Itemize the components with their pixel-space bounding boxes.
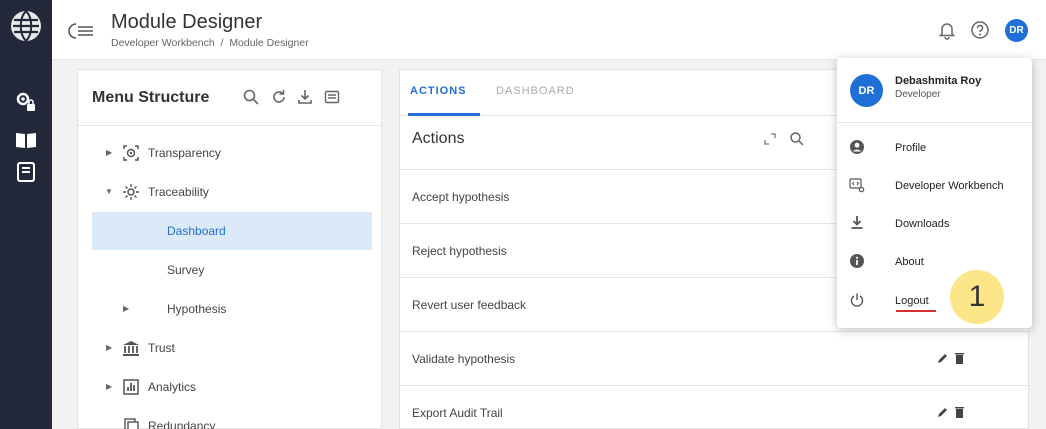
- step-marker: 1: [950, 270, 1004, 324]
- caret-right-icon[interactable]: ▶: [106, 148, 112, 157]
- action-row-label: Validate hypothesis: [412, 352, 516, 366]
- menu-item-about[interactable]: About: [837, 244, 1032, 280]
- action-row[interactable]: Export Audit Trail: [400, 385, 1030, 429]
- menu-item-downloads[interactable]: Downloads: [837, 206, 1032, 242]
- tree-item-label: Dashboard: [167, 224, 226, 238]
- menu-item-profile[interactable]: Profile: [837, 130, 1032, 166]
- action-row-label: Export Audit Trail: [412, 406, 503, 420]
- traceability-icon: [123, 184, 139, 200]
- eye-target-icon: [123, 145, 139, 161]
- trash-icon[interactable]: [955, 406, 964, 418]
- tree-item-dashboard[interactable]: Dashboard: [92, 212, 372, 250]
- edit-icon[interactable]: [937, 407, 948, 418]
- actions-title: Actions: [412, 130, 465, 147]
- breadcrumb-item-workbench[interactable]: Developer Workbench: [111, 37, 215, 49]
- breadcrumb-item-current: Module Designer: [229, 37, 309, 49]
- menu-item-label: About: [895, 256, 924, 268]
- menu-item-label: Profile: [895, 142, 927, 154]
- tree-item-label: Traceability: [148, 185, 209, 199]
- tree-item-label: Trust: [148, 341, 175, 355]
- search-icon[interactable]: [242, 88, 260, 106]
- chart-icon: [123, 379, 139, 395]
- tree-item-label: Redundancy: [148, 419, 216, 429]
- tree-item-survey[interactable]: Survey: [78, 251, 383, 289]
- download-icon: [851, 216, 863, 229]
- avatar: DR: [850, 74, 883, 107]
- tree-item-label: Analytics: [148, 380, 197, 394]
- tree-item-traceability[interactable]: ▼ Traceability: [78, 173, 383, 211]
- page-title: Module Designer: [111, 11, 263, 33]
- form-icon[interactable]: [323, 88, 341, 106]
- menu-item-label: Developer Workbench: [895, 180, 1004, 192]
- refresh-icon[interactable]: [270, 88, 288, 106]
- tab-dashboard[interactable]: DASHBOARD: [496, 85, 575, 97]
- edit-icon[interactable]: [937, 353, 948, 364]
- bell-icon[interactable]: [937, 20, 957, 40]
- menu-divider: [837, 122, 1032, 123]
- tree-item-label: Transparency: [148, 146, 221, 160]
- action-row-label: Revert user feedback: [412, 298, 527, 312]
- tree-item-label: Survey: [167, 263, 205, 277]
- action-row[interactable]: Validate hypothesis: [400, 331, 1030, 385]
- top-header: Module Designer Developer Workbench / Mo…: [52, 0, 1046, 60]
- book-open-icon[interactable]: [14, 128, 38, 152]
- menu-item-developer-workbench[interactable]: Developer Workbench: [837, 168, 1032, 204]
- caret-right-icon[interactable]: ▶: [123, 304, 129, 313]
- user-name: Debashmita Roy: [895, 75, 982, 87]
- caret-right-icon[interactable]: ▶: [106, 382, 112, 391]
- tree-item-hypothesis[interactable]: ▶ Hypothesis: [78, 290, 383, 328]
- expand-icon[interactable]: [762, 131, 778, 147]
- account-circle-icon: [850, 140, 864, 154]
- trash-icon[interactable]: [955, 352, 964, 364]
- search-icon[interactable]: [789, 131, 805, 147]
- tab-actions[interactable]: ACTIONS: [410, 85, 467, 97]
- menu-collapse-icon[interactable]: [68, 22, 94, 40]
- tree-item-analytics[interactable]: ▶ Analytics: [78, 368, 383, 406]
- user-avatar-button[interactable]: DR: [1005, 19, 1028, 42]
- tree-item-label: Hypothesis: [167, 302, 227, 316]
- code-settings-icon: [849, 178, 865, 193]
- bank-icon: [123, 341, 139, 356]
- help-icon[interactable]: [970, 20, 990, 40]
- download-icon[interactable]: [296, 88, 314, 106]
- info-icon: [850, 254, 864, 268]
- panel-divider: [78, 125, 383, 126]
- tree-item-redundancy[interactable]: Redundancy: [78, 407, 383, 429]
- documents-icon: [124, 418, 139, 429]
- menu-structure-panel: Menu Structure ▶ Transparency ▼ Traceabi…: [77, 69, 383, 429]
- user-role: Developer: [895, 89, 941, 100]
- settings-lock-icon[interactable]: [14, 90, 38, 114]
- tree-item-trust[interactable]: ▶ Trust: [78, 329, 383, 367]
- tree-item-transparency[interactable]: ▶ Transparency: [78, 134, 383, 172]
- caret-down-icon[interactable]: ▼: [105, 187, 113, 196]
- menu-structure-title: Menu Structure: [92, 89, 210, 106]
- action-row-label: Accept hypothesis: [412, 190, 510, 204]
- notebook-icon[interactable]: [14, 160, 38, 184]
- caret-right-icon[interactable]: ▶: [106, 343, 112, 352]
- left-rail: [0, 0, 52, 429]
- logout-highlight-underline: [896, 310, 936, 312]
- breadcrumb: Developer Workbench / Module Designer: [111, 37, 309, 49]
- active-tab-indicator: [408, 113, 480, 116]
- action-row-label: Reject hypothesis: [412, 244, 507, 258]
- user-menu-dropdown: DR Debashmita Roy Developer Profile Deve…: [837, 58, 1032, 328]
- power-icon: [850, 293, 864, 307]
- menu-item-label: Logout: [895, 295, 929, 307]
- globe-logo-icon[interactable]: [9, 6, 43, 46]
- menu-item-label: Downloads: [895, 218, 950, 230]
